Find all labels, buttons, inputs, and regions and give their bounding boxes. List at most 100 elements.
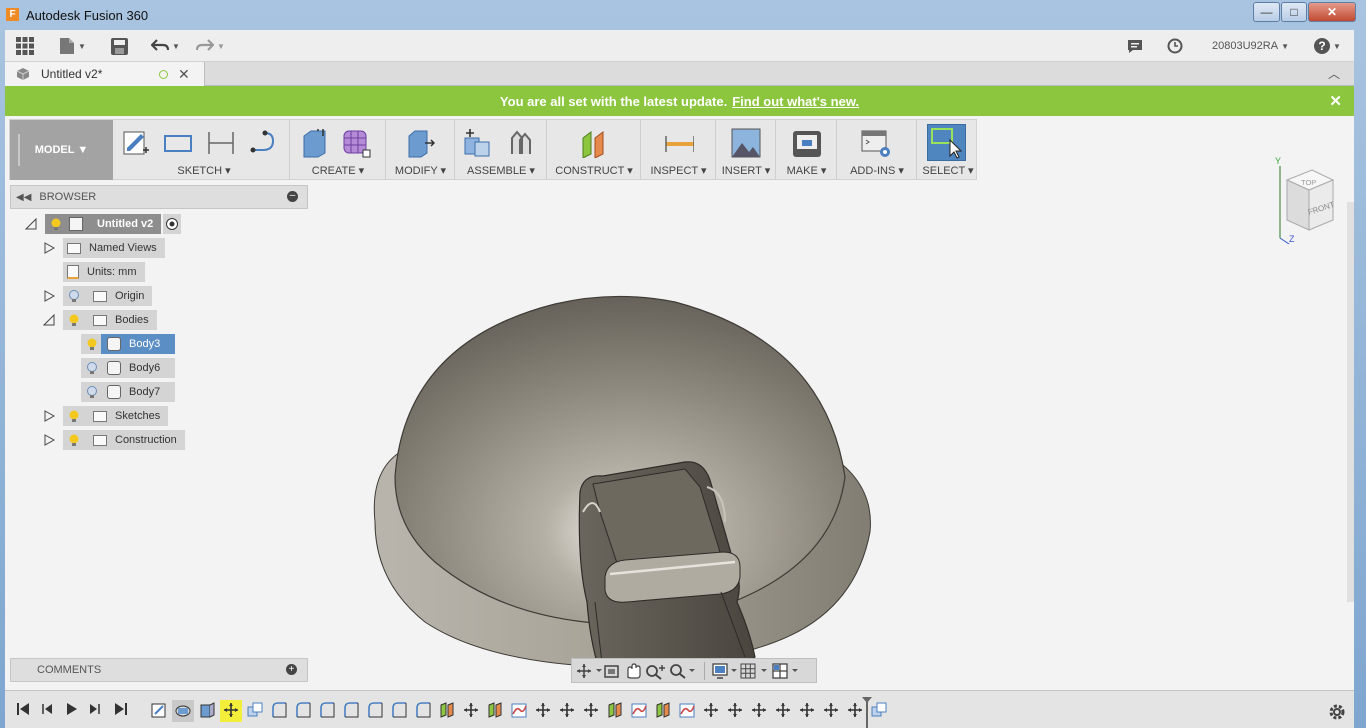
activate-radio-icon[interactable] [163, 214, 182, 234]
timeline-sketch-feature-icon[interactable] [151, 702, 167, 718]
timeline-move-feature-icon[interactable] [847, 702, 863, 718]
press-pull-icon[interactable] [405, 128, 435, 158]
user-menu[interactable]: 20803U92RA ▼ [1212, 36, 1289, 56]
model-viewport-graphic[interactable] [355, 262, 875, 672]
bodies-node[interactable]: Bodies [63, 310, 157, 330]
collapse-browser-icon[interactable]: ◀◀ [16, 192, 31, 203]
sketches-node[interactable]: Sketches [63, 406, 169, 426]
create-menu[interactable]: CREATE ▾ [291, 164, 385, 177]
3d-print-icon[interactable] [792, 128, 822, 158]
timeline-fillet-feature-icon[interactable] [391, 702, 407, 718]
timeline-spline-feature-icon[interactable] [511, 702, 527, 718]
expand-triangle-icon[interactable] [43, 410, 55, 422]
inspect-menu[interactable]: INSPECT ▾ [642, 164, 715, 177]
timeline-combine-feature-icon[interactable] [871, 702, 887, 718]
lightbulb-icon[interactable] [67, 409, 81, 423]
play-icon[interactable] [63, 701, 79, 717]
timeline-fillet-feature-icon[interactable] [343, 702, 359, 718]
step-forward-icon[interactable] [87, 701, 103, 717]
timeline-revolve-feature-icon[interactable] [175, 702, 191, 718]
timeline-fillet-feature-icon[interactable] [319, 702, 335, 718]
expand-triangle-icon[interactable] [43, 242, 55, 254]
expand-triangle-icon[interactable] [43, 434, 55, 446]
timeline-move-feature-icon[interactable] [703, 702, 719, 718]
timeline-fillet-feature-icon[interactable] [415, 702, 431, 718]
lightbulb-icon[interactable] [49, 217, 63, 231]
timeline-move-feature-icon[interactable] [727, 702, 743, 718]
timeline-split-feature-icon[interactable] [439, 702, 455, 718]
construct-menu[interactable]: CONSTRUCT ▾ [548, 164, 640, 177]
timeline-move-feature-icon[interactable] [775, 702, 791, 718]
lightbulb-off-icon[interactable] [85, 385, 99, 399]
chevron-up-icon[interactable]: ︿ [1328, 65, 1340, 82]
add-comment-icon[interactable]: + [286, 664, 297, 675]
sketch-menu[interactable]: SKETCH ▾ [119, 164, 289, 177]
lightbulb-icon[interactable] [67, 313, 81, 327]
offset-plane-icon[interactable] [580, 128, 610, 158]
timeline-move-feature-icon[interactable] [583, 702, 599, 718]
lightbulb-off-icon[interactable] [85, 361, 99, 375]
modify-menu[interactable]: MODIFY ▾ [387, 164, 454, 177]
timeline-move-feature-icon[interactable] [823, 702, 839, 718]
joint-icon[interactable] [506, 128, 536, 158]
select-button[interactable] [927, 124, 966, 161]
body-node[interactable]: Body6 [81, 358, 175, 378]
timeline-move-feature-icon[interactable] [463, 702, 479, 718]
save-button[interactable] [111, 36, 128, 56]
grid-settings-icon[interactable] [739, 662, 771, 680]
close-banner-icon[interactable]: ✕ [1329, 92, 1342, 110]
create-sketch-icon[interactable] [121, 128, 151, 158]
undo-button[interactable]: ▼ [151, 36, 180, 56]
viewports-icon[interactable] [771, 662, 801, 680]
job-status-button[interactable] [1167, 36, 1183, 56]
viewcube-top-face[interactable]: TOP [1301, 178, 1316, 187]
gear-icon[interactable] [1328, 703, 1346, 721]
collapse-triangle-icon[interactable] [43, 314, 55, 326]
new-component-icon[interactable] [462, 128, 492, 158]
minimize-panel-icon[interactable]: – [287, 191, 298, 202]
file-menu-button[interactable]: ▼ [59, 36, 86, 56]
fit-zoom-icon[interactable] [668, 662, 698, 680]
timeline-fillet-feature-icon[interactable] [271, 702, 287, 718]
timeline-extrude-feature-icon[interactable] [199, 702, 215, 718]
step-back-icon[interactable] [39, 701, 55, 717]
add-ins-menu[interactable]: ADD-INS ▾ [838, 164, 916, 177]
units-node[interactable]: Units: mm [63, 262, 145, 282]
body-node[interactable]: Body7 [81, 382, 175, 402]
look-at-icon[interactable] [602, 662, 622, 680]
rectangle-icon[interactable] [163, 128, 193, 158]
lightbulb-icon[interactable] [67, 433, 81, 447]
whats-new-link[interactable]: Find out what's new. [732, 94, 859, 109]
construction-node[interactable]: Construction [63, 430, 185, 450]
zoom-icon[interactable] [644, 662, 668, 680]
timeline-spline-feature-icon[interactable] [631, 702, 647, 718]
scripts-addins-icon[interactable] [861, 128, 891, 158]
view-cube[interactable]: Y Z TOP FRONT [1267, 128, 1347, 244]
make-menu[interactable]: MAKE ▾ [777, 164, 836, 177]
fit-point-spline-icon[interactable] [249, 128, 279, 158]
timeline-move-feature-icon[interactable] [559, 702, 575, 718]
timeline-fillet-feature-icon[interactable] [367, 702, 383, 718]
body-node[interactable]: Body3 [81, 334, 175, 354]
comments-toggle-button[interactable] [1127, 36, 1143, 56]
named-views-node[interactable]: Named Views [63, 238, 165, 258]
timeline-move-feature-icon[interactable] [799, 702, 815, 718]
data-panel-button[interactable] [16, 36, 34, 56]
skip-to-end-icon[interactable] [113, 701, 129, 717]
lightbulb-icon[interactable] [85, 337, 99, 351]
lightbulb-off-icon[interactable] [67, 289, 81, 303]
timeline-split-feature-icon[interactable] [487, 702, 503, 718]
timeline-split-feature-icon[interactable] [655, 702, 671, 718]
timeline-move-feature-icon[interactable] [223, 702, 239, 718]
minimize-button[interactable]: — [1253, 2, 1280, 22]
select-menu[interactable]: SELECT ▾ [918, 164, 978, 177]
expand-triangle-icon[interactable] [43, 290, 55, 302]
orbit-icon[interactable] [576, 662, 602, 680]
form-icon[interactable] [341, 128, 371, 158]
timeline-spline-feature-icon[interactable] [679, 702, 695, 718]
maximize-button[interactable]: □ [1281, 2, 1307, 22]
workspace-switcher[interactable]: MODEL ▼ [10, 120, 113, 180]
timeline-move-feature-icon[interactable] [535, 702, 551, 718]
canvas-image-icon[interactable] [731, 128, 761, 158]
timeline-move-feature-icon[interactable] [751, 702, 767, 718]
